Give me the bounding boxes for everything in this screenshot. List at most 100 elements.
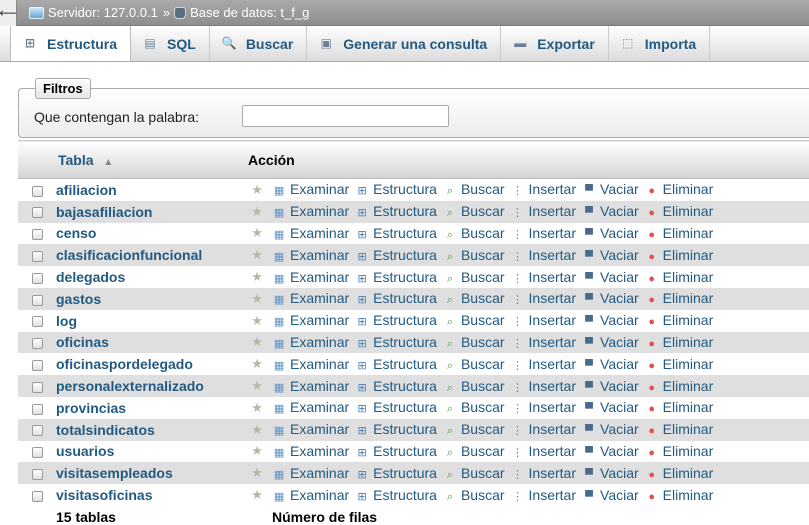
row-checkbox[interactable] xyxy=(31,447,43,459)
favorite-star-icon[interactable]: ★ xyxy=(242,331,273,354)
action-examinar[interactable]: ▦ Examinar xyxy=(272,225,349,241)
action-examinar[interactable]: ▦ Examinar xyxy=(272,269,349,285)
row-checkbox[interactable] xyxy=(31,425,43,437)
action-estructura[interactable]: ⊞ Estructura xyxy=(355,225,437,241)
favorite-star-icon[interactable]: ★ xyxy=(242,375,273,397)
table-name-link[interactable]: personalexternalizado xyxy=(56,375,243,397)
row-checkbox[interactable] xyxy=(31,229,43,241)
tab-importa[interactable]: ⬚ Importa xyxy=(609,26,711,61)
favorite-star-icon[interactable]: ★ xyxy=(242,244,273,267)
tab-estructura[interactable]: ⊞ Estructura xyxy=(10,26,132,61)
action-estructura[interactable]: ⊞ Estructura xyxy=(355,203,437,219)
action-buscar[interactable]: ⌕ Buscar xyxy=(443,334,505,350)
row-checkbox[interactable] xyxy=(31,294,43,306)
action-examinar[interactable]: ▦ Examinar xyxy=(272,290,349,306)
table-name-link[interactable]: delegados xyxy=(56,266,243,288)
action-insertar[interactable]: ⋮ Insertar xyxy=(511,203,576,219)
filter-input[interactable] xyxy=(242,105,449,127)
table-name-link[interactable]: provincias xyxy=(56,396,243,419)
action-eliminar[interactable]: ● Eliminar xyxy=(645,399,713,415)
favorite-star-icon[interactable]: ★ xyxy=(242,200,273,223)
action-examinar[interactable]: ▦ Examinar xyxy=(272,487,349,503)
favorite-star-icon[interactable]: ★ xyxy=(242,440,273,463)
table-name-link[interactable]: clasificacionfuncional xyxy=(56,244,243,267)
table-name-link[interactable]: afiliacion xyxy=(56,178,243,201)
action-insertar[interactable]: ⋮ Insertar xyxy=(511,312,576,328)
action-buscar[interactable]: ⌕ Buscar xyxy=(443,181,505,197)
action-vaciar[interactable]: ▀ Vaciar xyxy=(582,225,639,241)
action-buscar[interactable]: ⌕ Buscar xyxy=(443,312,505,328)
action-insertar[interactable]: ⋮ Insertar xyxy=(511,421,576,437)
table-name-link[interactable]: censo xyxy=(56,222,243,245)
tab-sql[interactable]: ▤ SQL xyxy=(131,26,210,61)
action-vaciar[interactable]: ▀ Vaciar xyxy=(582,334,639,350)
action-examinar[interactable]: ▦ Examinar xyxy=(272,421,349,437)
action-vaciar[interactable]: ▀ Vaciar xyxy=(582,312,639,328)
action-estructura[interactable]: ⊞ Estructura xyxy=(355,421,437,437)
action-eliminar[interactable]: ● Eliminar xyxy=(645,421,713,437)
action-estructura[interactable]: ⊞ Estructura xyxy=(355,399,437,415)
action-eliminar[interactable]: ● Eliminar xyxy=(645,487,713,503)
row-checkbox[interactable] xyxy=(31,207,43,219)
favorite-star-icon[interactable]: ★ xyxy=(242,462,273,485)
action-vaciar[interactable]: ▀ Vaciar xyxy=(582,443,639,459)
action-estructura[interactable]: ⊞ Estructura xyxy=(355,334,437,350)
table-name-link[interactable]: oficinas xyxy=(56,331,243,354)
action-vaciar[interactable]: ▀ Vaciar xyxy=(582,269,639,285)
action-buscar[interactable]: ⌕ Buscar xyxy=(443,399,505,415)
row-checkbox[interactable] xyxy=(31,316,43,328)
table-name-link[interactable]: log xyxy=(56,309,243,332)
action-vaciar[interactable]: ▀ Vaciar xyxy=(582,465,639,481)
favorite-star-icon[interactable]: ★ xyxy=(242,484,273,506)
row-checkbox[interactable] xyxy=(31,469,43,481)
action-insertar[interactable]: ⋮ Insertar xyxy=(511,465,576,481)
action-estructura[interactable]: ⊞ Estructura xyxy=(355,356,437,372)
favorite-star-icon[interactable]: ★ xyxy=(242,222,273,245)
action-insertar[interactable]: ⋮ Insertar xyxy=(511,290,576,306)
action-insertar[interactable]: ⋮ Insertar xyxy=(511,443,576,459)
action-examinar[interactable]: ▦ Examinar xyxy=(272,247,349,263)
action-insertar[interactable]: ⋮ Insertar xyxy=(511,487,576,503)
action-estructura[interactable]: ⊞ Estructura xyxy=(355,378,437,394)
action-vaciar[interactable]: ▀ Vaciar xyxy=(582,356,639,372)
table-name-link[interactable]: bajasafiliacion xyxy=(56,200,243,223)
action-vaciar[interactable]: ▀ Vaciar xyxy=(582,378,639,394)
action-examinar[interactable]: ▦ Examinar xyxy=(272,399,349,415)
action-estructura[interactable]: ⊞ Estructura xyxy=(355,465,437,481)
action-eliminar[interactable]: ● Eliminar xyxy=(645,290,713,306)
action-insertar[interactable]: ⋮ Insertar xyxy=(511,399,576,415)
action-eliminar[interactable]: ● Eliminar xyxy=(645,225,713,241)
breadcrumb-server[interactable]: Servidor: 127.0.0.1 xyxy=(29,5,158,20)
action-insertar[interactable]: ⋮ Insertar xyxy=(511,378,576,394)
action-buscar[interactable]: ⌕ Buscar xyxy=(443,247,505,263)
action-eliminar[interactable]: ● Eliminar xyxy=(645,334,713,350)
action-eliminar[interactable]: ● Eliminar xyxy=(645,181,713,197)
action-examinar[interactable]: ▦ Examinar xyxy=(272,465,349,481)
action-examinar[interactable]: ▦ Examinar xyxy=(272,378,349,394)
back-arrow-icon[interactable]: ⟵ xyxy=(0,0,17,26)
action-estructura[interactable]: ⊞ Estructura xyxy=(355,269,437,285)
row-checkbox[interactable] xyxy=(31,338,43,350)
action-estructura[interactable]: ⊞ Estructura xyxy=(355,312,437,328)
action-eliminar[interactable]: ● Eliminar xyxy=(645,378,713,394)
row-checkbox[interactable] xyxy=(31,360,43,372)
action-buscar[interactable]: ⌕ Buscar xyxy=(443,290,505,306)
action-eliminar[interactable]: ● Eliminar xyxy=(645,443,713,459)
action-examinar[interactable]: ▦ Examinar xyxy=(272,356,349,372)
row-checkbox[interactable] xyxy=(31,272,43,284)
row-checkbox[interactable] xyxy=(31,490,43,502)
action-insertar[interactable]: ⋮ Insertar xyxy=(511,356,576,372)
action-buscar[interactable]: ⌕ Buscar xyxy=(443,465,505,481)
table-name-link[interactable]: visitasempleados xyxy=(56,462,243,485)
action-estructura[interactable]: ⊞ Estructura xyxy=(355,290,437,306)
action-examinar[interactable]: ▦ Examinar xyxy=(272,312,349,328)
action-buscar[interactable]: ⌕ Buscar xyxy=(443,225,505,241)
favorite-star-icon[interactable]: ★ xyxy=(242,353,273,376)
column-header-tabla[interactable]: Tabla ▲ xyxy=(18,140,243,179)
action-vaciar[interactable]: ▀ Vaciar xyxy=(582,181,639,197)
favorite-star-icon[interactable]: ★ xyxy=(242,287,273,310)
action-examinar[interactable]: ▦ Examinar xyxy=(272,334,349,350)
action-buscar[interactable]: ⌕ Buscar xyxy=(443,378,505,394)
action-vaciar[interactable]: ▀ Vaciar xyxy=(582,290,639,306)
favorite-star-icon[interactable]: ★ xyxy=(242,266,273,288)
